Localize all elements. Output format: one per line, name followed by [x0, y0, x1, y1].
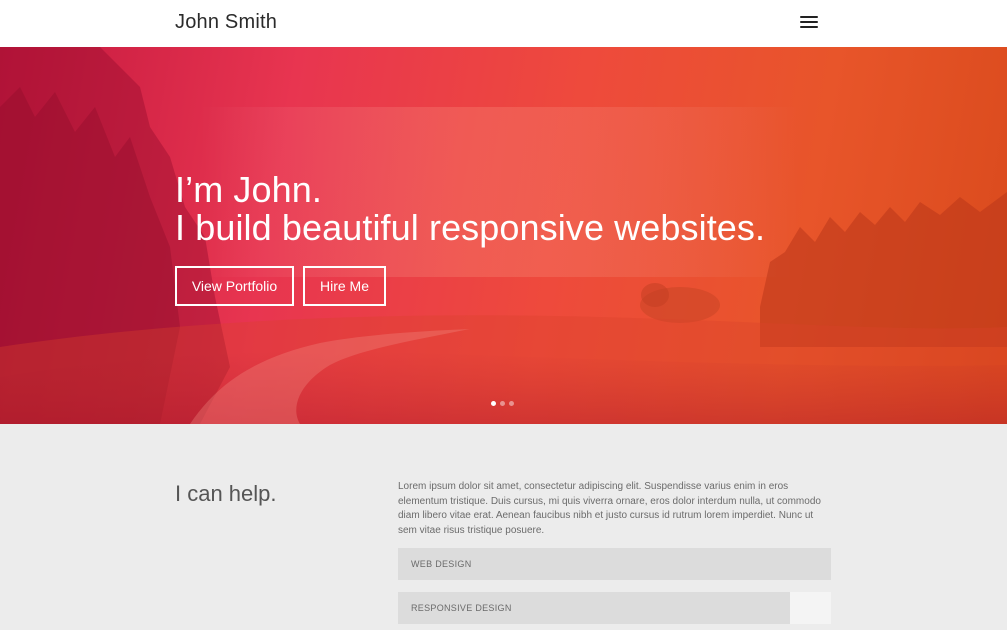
slider-pagination [491, 401, 514, 406]
slide-dot-1[interactable] [491, 401, 496, 406]
slide-dot-3[interactable] [509, 401, 514, 406]
hamburger-menu-icon[interactable] [800, 16, 818, 30]
accordion-responsive-design[interactable]: RESPONSIVE DESIGN [398, 592, 831, 624]
hero-heading: I’m John. I build beautiful responsive w… [175, 171, 765, 247]
view-portfolio-button[interactable]: View Portfolio [175, 266, 294, 306]
hero-heading-line-2: I build beautiful responsive websites. [175, 207, 766, 248]
accordion-web-design[interactable]: WEB DESIGN [398, 548, 831, 580]
accordion-label: RESPONSIVE DESIGN [411, 603, 512, 613]
menu-bar [800, 16, 818, 18]
menu-bar [800, 21, 818, 23]
hero-heading-line-1: I’m John. [175, 169, 322, 210]
brand-name[interactable]: John Smith [175, 11, 277, 34]
accordion-label: WEB DESIGN [411, 559, 472, 569]
services-heading: I can help. [175, 481, 277, 506]
accordion-progress-track [790, 592, 831, 624]
services-description: Lorem ipsum dolor sit amet, consectetur … [398, 481, 821, 536]
hire-me-button[interactable]: Hire Me [303, 266, 386, 306]
slide-dot-2[interactable] [500, 401, 505, 406]
hero-section: I’m John. I build beautiful responsive w… [0, 47, 1007, 424]
site-header: John Smith [0, 0, 1007, 47]
menu-bar [800, 26, 818, 28]
